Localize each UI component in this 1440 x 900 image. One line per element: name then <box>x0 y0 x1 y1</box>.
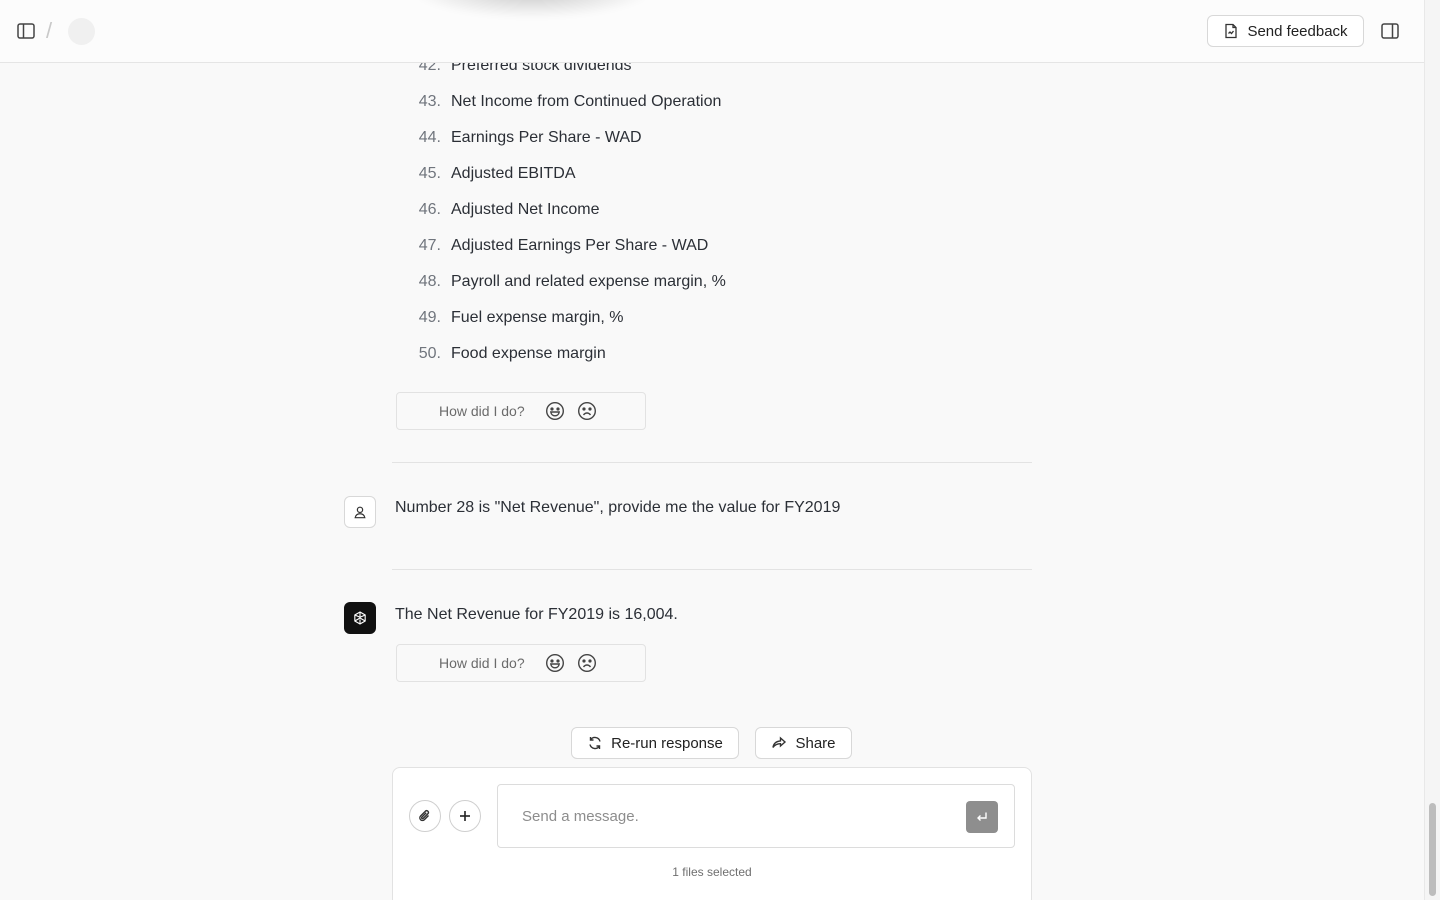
list-item-number: 50. <box>418 345 441 362</box>
list-item-text: Adjusted Net Income <box>451 201 600 218</box>
paperclip-icon <box>419 810 430 822</box>
user-icon <box>354 506 366 519</box>
list-item: 50. Food expense margin <box>410 336 726 372</box>
thumbs-down-button[interactable] <box>577 401 597 421</box>
scrollbar-thumb[interactable] <box>1429 803 1436 896</box>
frown-icon <box>577 401 596 421</box>
files-selected-note: 1 files selected <box>672 865 752 879</box>
share-label: Share <box>795 734 836 752</box>
share-arrow-icon <box>772 736 787 748</box>
list-item-text: Net Income from Continued Operation <box>451 93 722 110</box>
plus-icon <box>460 811 470 821</box>
message-input[interactable] <box>497 784 1015 848</box>
list-item: 46. Adjusted Net Income <box>410 192 726 228</box>
list-item-number: 48. <box>418 273 441 290</box>
smile-icon <box>545 401 564 421</box>
top-shadow-decoration <box>412 0 652 18</box>
refresh-icon <box>589 736 601 750</box>
rerun-response-button[interactable]: Re-run response <box>571 727 739 759</box>
user-message: Number 28 is "Net Revenue", provide me t… <box>395 499 841 516</box>
top-bar: / Send feedback <box>0 0 1424 63</box>
response-rating: How did I do? <box>396 392 646 430</box>
rerun-response-label: Re-run response <box>611 734 723 752</box>
list-item-text: Adjusted EBITDA <box>451 165 576 182</box>
message-divider <box>392 569 1032 570</box>
smile-icon <box>545 653 564 673</box>
list-item: 47. Adjusted Earnings Per Share - WAD <box>410 228 726 264</box>
rating-question: How did I do? <box>439 655 525 671</box>
list-item-text: Fuel expense margin, % <box>451 309 624 326</box>
send-feedback-label: Send feedback <box>1247 22 1348 40</box>
list-item: 45. Adjusted EBITDA <box>410 156 726 192</box>
response-rating: How did I do? <box>396 644 646 682</box>
page-scrollbar[interactable] <box>1424 0 1440 900</box>
message-divider <box>392 462 1032 463</box>
send-feedback-button[interactable]: Send feedback <box>1207 15 1364 47</box>
list-item-number: 44. <box>418 129 441 146</box>
attach-file-button[interactable] <box>409 800 441 832</box>
openai-logo-icon <box>354 611 366 625</box>
right-panel-toggle-button[interactable] <box>1378 19 1402 43</box>
rating-question: How did I do? <box>439 403 525 419</box>
assistant-avatar <box>344 602 376 634</box>
list-item: 43. Net Income from Continued Operation <box>410 84 726 120</box>
list-item: 44. Earnings Per Share - WAD <box>410 120 726 156</box>
sidebar-right-icon <box>1381 23 1399 39</box>
user-avatar <box>344 496 376 528</box>
share-button[interactable]: Share <box>755 727 852 759</box>
metrics-list: 42. Preferred stock dividends 43. Net Inco… <box>410 48 726 372</box>
list-item-number: 43. <box>418 93 441 110</box>
list-item-number: 47. <box>418 237 441 254</box>
list-item: 49. Fuel expense margin, % <box>410 300 726 336</box>
workspace-avatar[interactable] <box>68 18 95 45</box>
sidebar-left-icon <box>17 23 35 39</box>
add-button[interactable] <box>449 800 481 832</box>
list-item-text: Earnings Per Share - WAD <box>451 129 642 146</box>
assistant-message: The Net Revenue for FY2019 is 16,004. <box>395 606 678 623</box>
list-item-number: 46. <box>418 201 441 218</box>
frown-icon <box>577 653 596 673</box>
list-item-text: Adjusted Earnings Per Share - WAD <box>451 237 709 254</box>
enter-icon <box>977 812 987 821</box>
list-item: 48. Payroll and related expense margin, % <box>410 264 726 300</box>
breadcrumb-separator: / <box>46 18 53 43</box>
thumbs-up-button[interactable] <box>545 401 565 421</box>
list-item-text: Food expense margin <box>451 345 606 362</box>
thumbs-down-button[interactable] <box>577 653 597 673</box>
thumbs-up-button[interactable] <box>545 653 565 673</box>
send-message-button[interactable] <box>966 801 998 833</box>
list-item-text: Payroll and related expense margin, % <box>451 273 726 290</box>
list-item-number: 45. <box>418 165 441 182</box>
sidebar-toggle-button[interactable] <box>14 19 38 43</box>
file-feedback-icon <box>1225 23 1238 39</box>
list-item-number: 49. <box>418 309 441 326</box>
